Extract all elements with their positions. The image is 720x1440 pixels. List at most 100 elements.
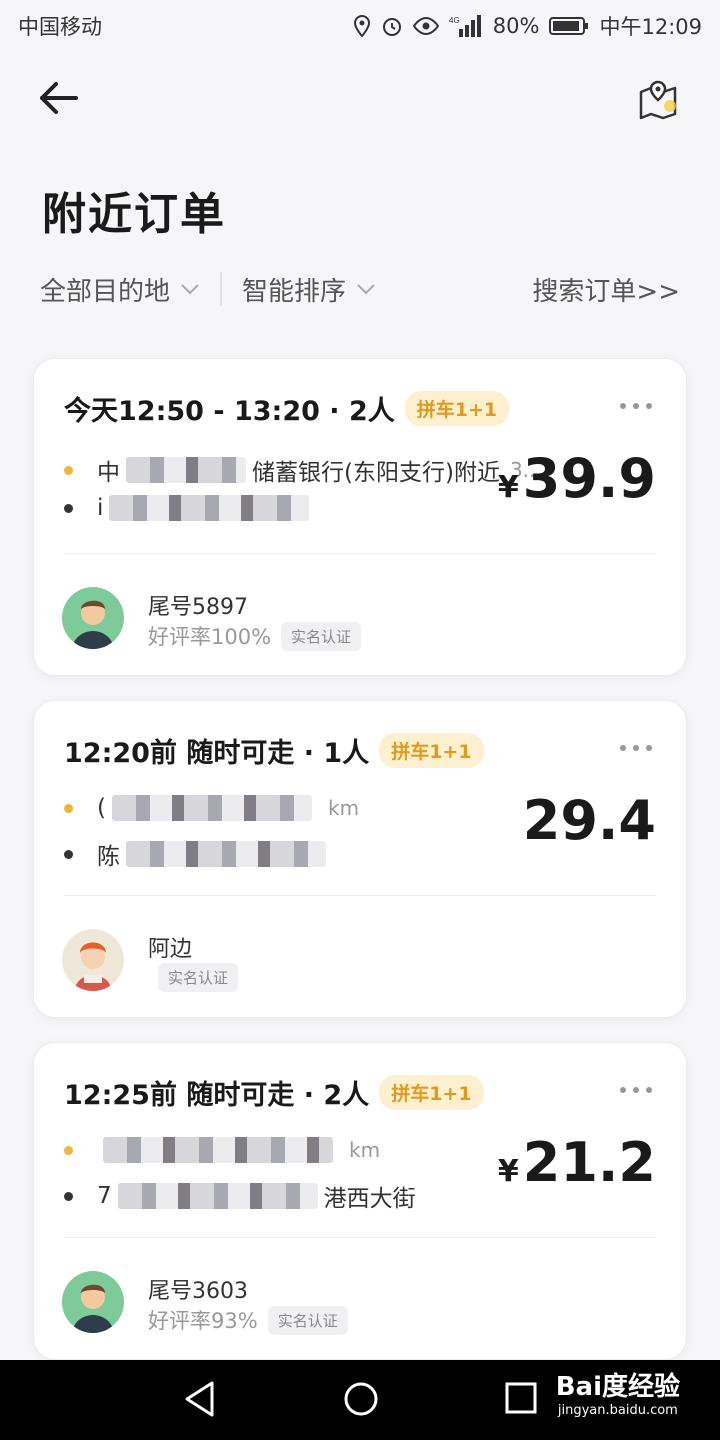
system-nav-bar: Bai度经验 jingyan.baidu.com	[0, 1360, 720, 1440]
signal-icon: 4G	[449, 15, 481, 37]
start-dot	[64, 465, 73, 475]
card-divider	[64, 553, 656, 554]
order-card[interactable]: 12:25前 随时可走 · 2人 拼车1+1 km 7 港西大街 ¥21.2 尾…	[33, 1042, 687, 1360]
user-meta: 好评率100% 实名认证	[148, 621, 362, 651]
driver-avatar-icon	[62, 929, 124, 991]
battery-icon	[549, 17, 589, 35]
carpool-tag: 拼车1+1	[379, 733, 484, 768]
end-dot	[64, 849, 73, 859]
chevron-down-icon	[357, 284, 375, 295]
nav-home-icon[interactable]	[342, 1380, 380, 1418]
currency-symbol: ¥	[497, 470, 519, 505]
carpool-tag: 拼车1+1	[379, 1075, 484, 1110]
price-amount: 21.2	[522, 1131, 656, 1194]
more-dots-icon[interactable]	[618, 1085, 654, 1095]
svg-text:4G: 4G	[449, 16, 460, 25]
user-name: 尾号3603	[148, 1279, 248, 1304]
verified-badge: 实名认证	[281, 621, 362, 651]
sort-filter-label: 智能排序	[242, 276, 347, 307]
order-header: 12:25前 随时可走 · 2人 拼车1+1	[64, 1073, 484, 1112]
eye-icon	[412, 17, 439, 35]
end-stop: 7 港西大街	[64, 1179, 416, 1213]
battery-percent: 80%	[492, 14, 540, 38]
status-icons: 4G 80% 中午12:09	[353, 11, 702, 41]
start-address-visible: 中	[97, 460, 120, 486]
status-bar: 中国移动 4G 80% 中午12:09	[0, 0, 720, 52]
start-stop: ( km	[64, 795, 359, 821]
map-button[interactable]	[636, 76, 682, 122]
user-meta: 实名认证	[148, 963, 239, 992]
end-address-visible: 7	[97, 1183, 112, 1209]
order-time: 12:20前 随时可走 · 1人	[64, 738, 370, 769]
destination-filter[interactable]: 全部目的地	[40, 271, 200, 308]
start-dot	[64, 1145, 73, 1155]
clock-time: 中午12:09	[599, 15, 702, 39]
page-title: 附近订单	[42, 189, 226, 240]
top-bar	[0, 66, 720, 136]
avatar	[62, 587, 124, 649]
rating-text: 好评率93%	[148, 1309, 258, 1333]
order-price: ¥39.9	[498, 447, 656, 510]
order-card[interactable]: 12:20前 随时可走 · 1人 拼车1+1 ( km 陈 29.4 阿边 实名…	[33, 700, 687, 1018]
order-price: 29.4	[519, 789, 656, 852]
end-address-visible: i	[97, 495, 104, 521]
redacted-address	[126, 457, 246, 483]
verified-badge: 实名认证	[158, 963, 239, 992]
card-divider	[64, 1237, 656, 1238]
driver-avatar-icon	[62, 1271, 124, 1333]
redacted-address	[109, 495, 310, 521]
nav-back-icon[interactable]	[182, 1380, 218, 1418]
card-divider	[64, 895, 656, 896]
more-dots-icon[interactable]	[618, 401, 654, 411]
carrier-label: 中国移动	[18, 15, 102, 39]
end-dot	[64, 1191, 73, 1201]
redacted-address	[111, 795, 312, 821]
watermark: Bai度经验 jingyan.baidu.com	[556, 1366, 680, 1418]
redacted-address	[103, 1137, 333, 1163]
driver-avatar-icon	[62, 587, 124, 649]
end-address-suffix: 港西大街	[323, 1186, 416, 1212]
destination-filter-label: 全部目的地	[40, 276, 171, 307]
start-address-visible: (	[97, 795, 106, 821]
redacted-address	[117, 1183, 318, 1209]
start-distance: km	[327, 796, 360, 820]
rating-text: 好评率100%	[148, 625, 272, 649]
order-card[interactable]: 今天12:50 - 13:20 · 2人 拼车1+1 中 储蓄银行(东阳支行)附…	[33, 358, 687, 676]
watermark-sub: jingyan.baidu.com	[557, 1403, 678, 1418]
user-meta: 好评率93% 实名认证	[148, 1305, 348, 1335]
user-name: 阿边	[148, 937, 193, 962]
sort-filter[interactable]: 智能排序	[242, 271, 376, 308]
location-icon	[353, 15, 370, 37]
nav-recent-icon[interactable]	[505, 1382, 537, 1414]
search-orders-link[interactable]: 搜索订单>>	[532, 271, 680, 308]
start-distance: km	[349, 1138, 381, 1162]
verified-badge: 实名认证	[267, 1305, 348, 1335]
watermark-main: Bai度经验	[555, 1372, 680, 1402]
start-dot	[64, 803, 73, 813]
back-button[interactable]	[36, 80, 84, 120]
arrow-left-icon	[40, 82, 78, 114]
order-header: 今天12:50 - 13:20 · 2人 拼车1+1	[64, 389, 510, 428]
order-header: 12:20前 随时可走 · 1人 拼车1+1	[64, 731, 484, 770]
user-name: 尾号5897	[148, 595, 248, 620]
avatar	[62, 1271, 124, 1333]
chevron-down-icon	[181, 284, 199, 295]
start-address-suffix: 储蓄银行(东阳支行)附近	[252, 460, 500, 486]
filter-divider	[220, 272, 223, 306]
end-address-visible: 陈	[97, 844, 120, 870]
currency-symbol: ¥	[497, 1154, 519, 1189]
map-pin-icon	[639, 80, 677, 120]
end-dot	[64, 503, 73, 513]
more-dots-icon[interactable]	[618, 743, 654, 753]
price-amount: 39.9	[522, 447, 656, 510]
order-time: 12:25前 随时可走 · 2人	[64, 1080, 370, 1111]
redacted-address	[126, 841, 326, 867]
filter-bar: 全部目的地 智能排序 搜索订单>>	[40, 268, 680, 310]
start-stop: 中 储蓄银行(东阳支行)附近 3...	[64, 453, 542, 487]
end-stop: i	[64, 495, 315, 521]
order-time: 今天12:50 - 13:20 · 2人	[64, 396, 395, 427]
avatar	[62, 929, 124, 991]
order-price: ¥21.2	[498, 1131, 656, 1194]
start-stop: km	[64, 1137, 380, 1163]
price-amount: 29.4	[522, 789, 656, 852]
